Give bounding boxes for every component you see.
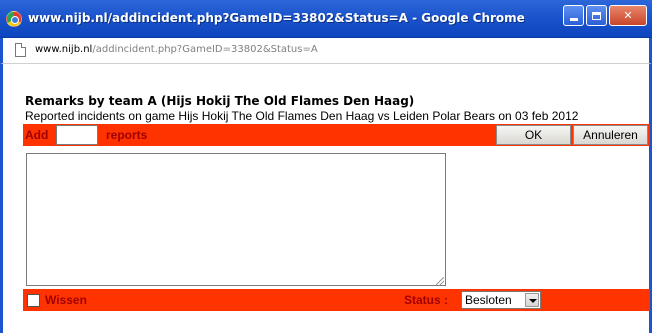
status-selected-value: Besloten xyxy=(465,293,512,307)
url-path: /addincident.php?GameID=33802&Status=A xyxy=(92,44,318,55)
address-bar[interactable]: www.nijb.nl/addincident.php?GameID=33802… xyxy=(0,38,652,64)
dropdown-arrow-icon[interactable] xyxy=(525,293,539,307)
window-title: www.nijb.nl/addincident.php?GameID=33802… xyxy=(28,11,525,25)
cancel-button[interactable]: Annuleren xyxy=(573,125,648,145)
reports-label: reports xyxy=(106,128,148,142)
window-titlebar: www.nijb.nl/addincident.php?GameID=33802… xyxy=(0,0,652,38)
status-label: Status : xyxy=(404,293,449,307)
minimize-button[interactable] xyxy=(563,5,584,26)
maximize-button[interactable] xyxy=(586,5,607,26)
wissen-label: Wissen xyxy=(45,293,87,307)
chrome-icon xyxy=(6,11,22,27)
report-toolbar: Add reports OK Annuleren xyxy=(23,124,650,146)
close-button[interactable]: ✕ xyxy=(609,5,647,26)
page-content: Remarks by team A (Hijs Hokij The Old Fl… xyxy=(0,64,652,333)
remarks-textarea[interactable] xyxy=(26,153,446,286)
url-text[interactable]: www.nijb.nl/addincident.php?GameID=33802… xyxy=(35,44,318,55)
minimize-icon xyxy=(569,17,578,21)
ok-button[interactable]: OK xyxy=(496,125,571,145)
wissen-checkbox[interactable] xyxy=(27,294,40,307)
resize-grip-icon[interactable] xyxy=(436,277,444,285)
page-subtitle: Reported incidents on game Hijs Hokij Th… xyxy=(25,109,579,123)
report-count-input[interactable] xyxy=(56,125,98,145)
url-host: www.nijb.nl xyxy=(35,44,93,55)
add-label: Add xyxy=(25,128,49,142)
page-heading: Remarks by team A (Hijs Hokij The Old Fl… xyxy=(25,94,415,108)
close-icon: ✕ xyxy=(623,9,633,22)
page-icon xyxy=(15,43,26,57)
maximize-icon xyxy=(592,11,601,20)
status-toolbar: Wissen Status : Besloten xyxy=(23,289,650,311)
status-select[interactable]: Besloten xyxy=(461,291,541,309)
